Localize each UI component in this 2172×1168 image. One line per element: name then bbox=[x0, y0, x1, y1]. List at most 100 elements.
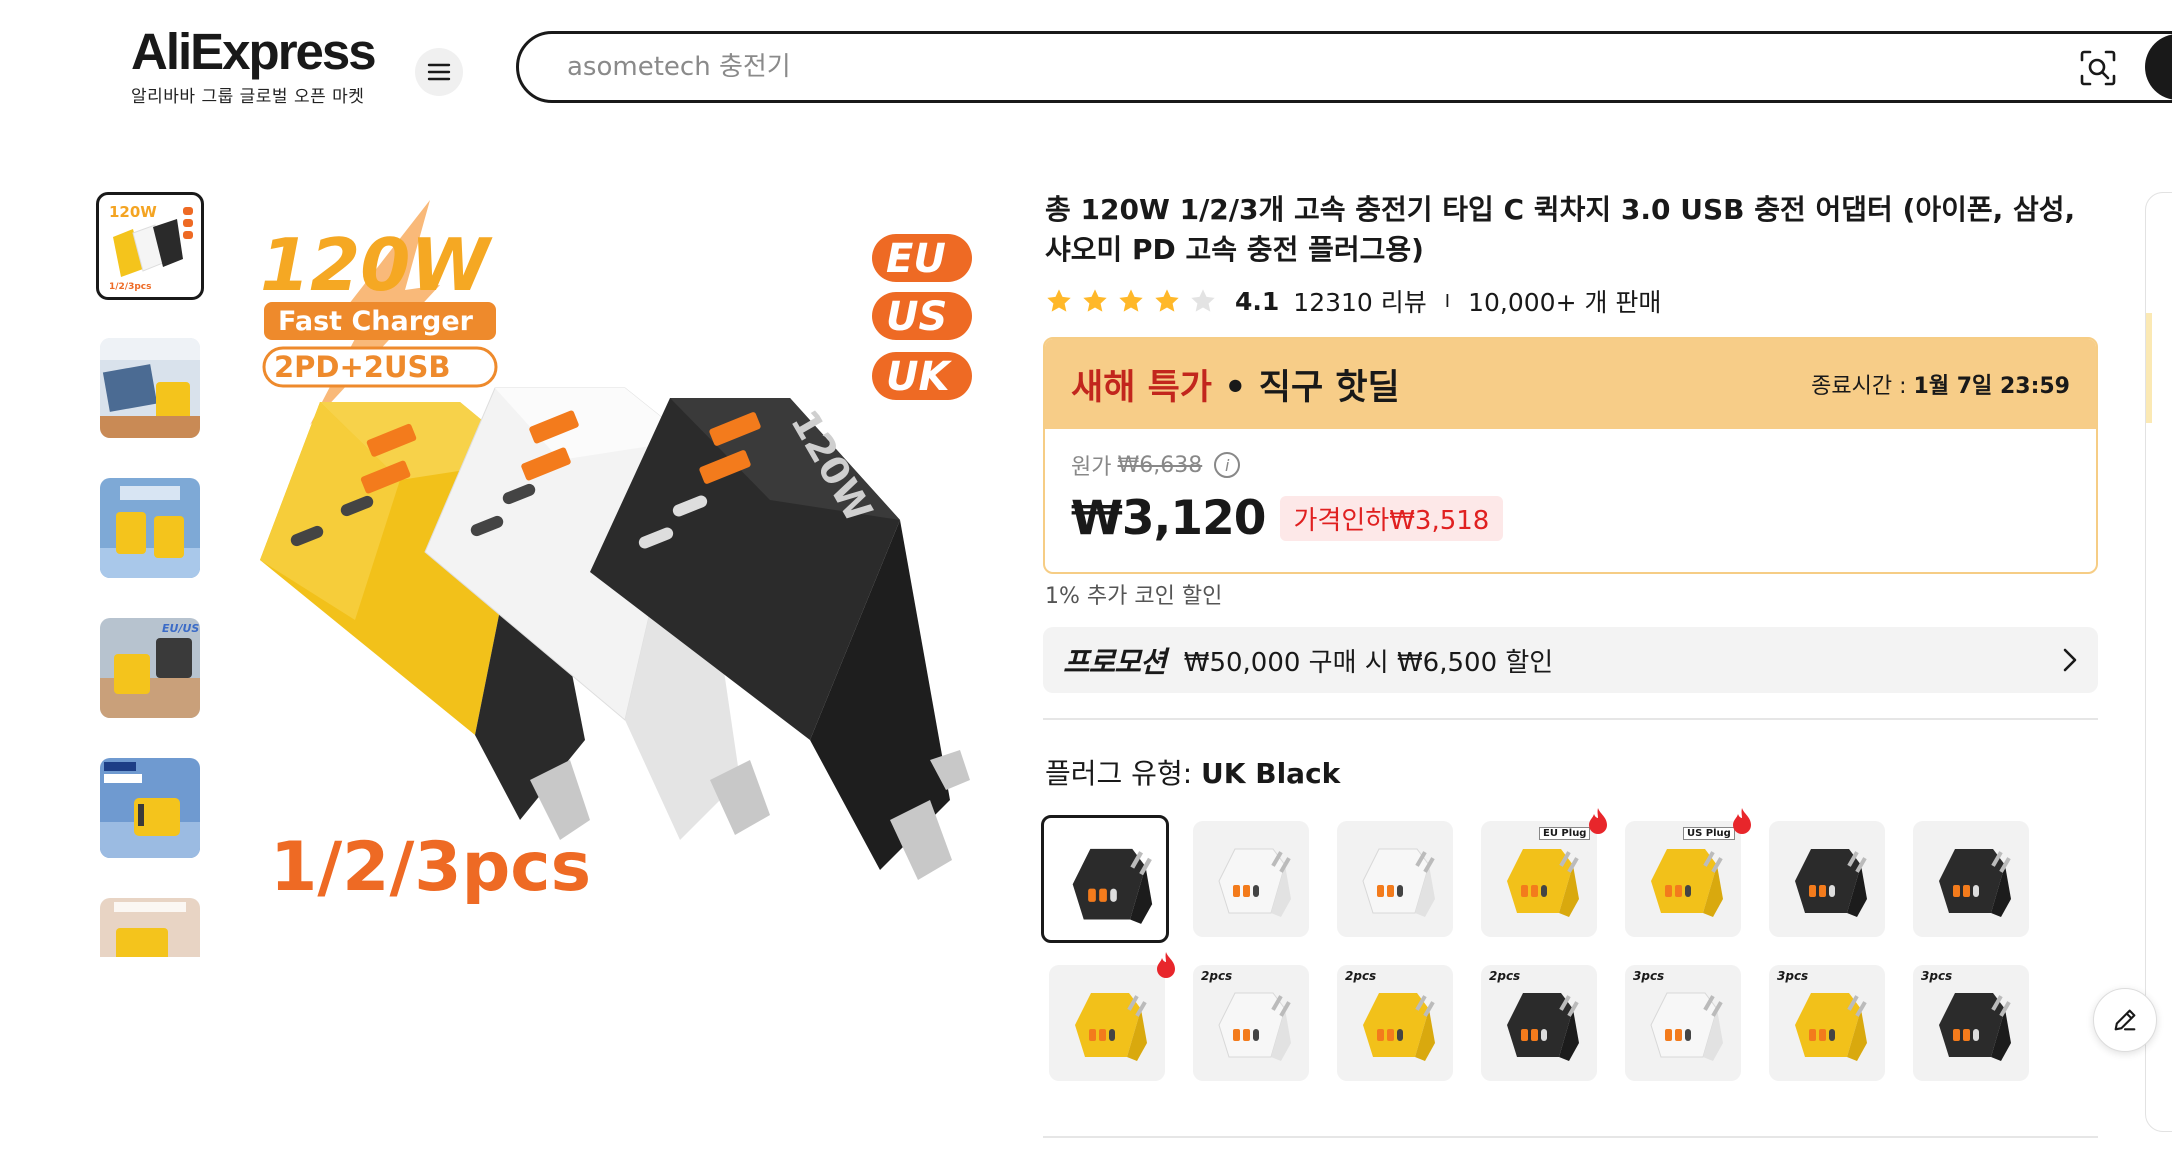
star-icon bbox=[1047, 289, 1071, 312]
aliexpress-logo[interactable]: AliExpress 알리바바 그룹 글로벌 오픈 마켓 bbox=[131, 23, 381, 108]
thumb-5[interactable] bbox=[100, 758, 200, 858]
thumb-2[interactable] bbox=[100, 338, 200, 438]
star-icon bbox=[1155, 289, 1179, 312]
thumb-image bbox=[100, 898, 200, 957]
variant-tag: US Plug bbox=[1683, 827, 1735, 840]
variant-option[interactable]: US Plug bbox=[1625, 821, 1741, 937]
hero-wattage: 120W bbox=[260, 223, 493, 307]
deal-body: 원가 ₩6,638 i ₩3,120 가격인하₩3,518 bbox=[1045, 429, 2096, 566]
thumb-image bbox=[100, 758, 200, 858]
rating-score: 4.1 bbox=[1235, 286, 1280, 316]
side-panel[interactable] bbox=[2145, 192, 2172, 1132]
info-icon[interactable]: i bbox=[1214, 452, 1241, 478]
thumb-image: 120W 1/2/3pcs bbox=[103, 199, 197, 293]
original-price: ₩6,638 bbox=[1117, 452, 1203, 478]
variant-image bbox=[1795, 849, 1867, 917]
thumb-image: EU/US bbox=[100, 618, 200, 718]
hero-fast-charger: Fast Charger bbox=[278, 306, 474, 337]
variant-option[interactable] bbox=[1337, 821, 1453, 937]
deal-end-value: 1월 7일 23:59 bbox=[1913, 374, 2070, 399]
hot-fire-icon bbox=[1157, 952, 1175, 978]
product-main-image[interactable]: 120W Fast Charger 2PD+2USB EU US UK 120W… bbox=[230, 180, 1000, 940]
variant-tag: 3pcs bbox=[1921, 969, 1953, 983]
hamburger-icon bbox=[427, 63, 451, 81]
thumb-6[interactable] bbox=[100, 898, 200, 957]
variant-option[interactable]: 3pcs bbox=[1913, 965, 2029, 1081]
price-row: ₩3,120 가격인하₩3,518 bbox=[1071, 491, 2070, 546]
variant-tag: 3pcs bbox=[1633, 969, 1665, 983]
variant-option[interactable]: 2pcs bbox=[1193, 965, 1309, 1081]
hero-ports: 2PD+2USB bbox=[274, 350, 451, 384]
variant-tag: 2pcs bbox=[1345, 969, 1377, 983]
deal-title-highlight: 새해 특가 bbox=[1071, 367, 1212, 408]
section-divider bbox=[1043, 1136, 2098, 1138]
edit-button[interactable] bbox=[2093, 988, 2157, 1052]
variant-option[interactable] bbox=[1769, 821, 1885, 937]
variant-tag: 2pcs bbox=[1489, 969, 1521, 983]
variant-option[interactable] bbox=[1041, 815, 1169, 943]
sold-count: 10,000+ 개 판매 bbox=[1468, 288, 1662, 317]
rating-separator: I bbox=[1444, 290, 1451, 312]
search-bar[interactable] bbox=[516, 31, 2172, 103]
thumb-image bbox=[100, 338, 200, 438]
review-count[interactable]: 12310 리뷰 bbox=[1293, 283, 1426, 319]
section-divider bbox=[1043, 718, 2098, 720]
deal-end-label: 종료시간 : bbox=[1811, 374, 1907, 399]
logo-tagline: 알리바바 그룹 글로벌 오픈 마켓 bbox=[131, 87, 365, 107]
coin-discount: 1% 추가 코인 할인 bbox=[1045, 584, 1223, 609]
image-search-icon[interactable] bbox=[2078, 48, 2118, 88]
product-page: AliExpress 알리바바 그룹 글로벌 오픈 마켓 120W 1/2/3p… bbox=[0, 0, 2172, 1168]
hot-fire-icon bbox=[1733, 808, 1751, 834]
variant-image bbox=[1218, 848, 1291, 917]
original-price-label: 원가 bbox=[1071, 455, 1112, 480]
deal-title: 새해 특가 • 직구 핫딜 bbox=[1071, 359, 1400, 410]
variant-tag: EU Plug bbox=[1539, 827, 1591, 840]
variant-option[interactable] bbox=[1193, 821, 1309, 937]
variant-option[interactable]: EU Plug bbox=[1481, 821, 1597, 937]
thumb-4[interactable]: EU/US bbox=[100, 618, 200, 718]
svg-text:EU/US: EU/US bbox=[162, 622, 199, 635]
variant-option[interactable]: 3pcs bbox=[1625, 965, 1741, 1081]
promotion-row[interactable]: 프로모션 ₩50,000 구매 시 ₩6,500 할인 bbox=[1043, 627, 2098, 693]
rating-stars bbox=[1045, 287, 1217, 315]
hero-pcs: 1/2/3pcs bbox=[270, 828, 591, 907]
thumbnail-strip[interactable]: 120W 1/2/3pcs EU/US bbox=[96, 192, 206, 957]
variant-grid: EU Plug US Plug 2pcs 2pcs 2pcs 3pcs 3pcs 3pcs bbox=[1041, 808, 2105, 1087]
variant-option[interactable]: 3pcs bbox=[1769, 965, 1885, 1081]
variant-option[interactable]: 2pcs bbox=[1481, 965, 1597, 1081]
variant-image bbox=[1072, 848, 1153, 924]
variant-option[interactable] bbox=[1049, 965, 1165, 1081]
plug-type-value: UK Black bbox=[1201, 757, 1341, 790]
original-price-row: 원가 ₩6,638 i bbox=[1071, 449, 2070, 481]
deal-title-rest: • 직구 핫딜 bbox=[1212, 367, 1400, 408]
deal-end-time: 종료시간 : 1월 7일 23:59 bbox=[1811, 368, 2070, 400]
side-panel-accent bbox=[2146, 313, 2152, 423]
logo-wordmark: AliExpress bbox=[131, 23, 377, 80]
thumb-3[interactable] bbox=[100, 478, 200, 578]
star-icon bbox=[1083, 289, 1107, 312]
star-icon bbox=[1119, 289, 1143, 312]
deal-box: 새해 특가 • 직구 핫딜 종료시간 : 1월 7일 23:59 원가 ₩6,6… bbox=[1043, 337, 2098, 574]
pencil-icon bbox=[2114, 1009, 2136, 1031]
variant-tag: 2pcs bbox=[1201, 969, 1233, 983]
region-us: US bbox=[886, 294, 947, 340]
hero-graphic: 120W Fast Charger 2PD+2USB EU US UK 120W… bbox=[260, 200, 972, 907]
svg-text:120W: 120W bbox=[109, 203, 157, 221]
search-input[interactable] bbox=[567, 52, 2067, 82]
variant-tag: 3pcs bbox=[1777, 969, 1809, 983]
deal-header: 새해 특가 • 직구 핫딜 종료시간 : 1월 7일 23:59 bbox=[1045, 339, 2096, 429]
product-title: 총 120W 1/2/3개 고속 충전기 타입 C 퀵차지 3.0 USB 충전… bbox=[1045, 193, 2076, 266]
menu-button[interactable] bbox=[415, 48, 463, 96]
discount-badge: 가격인하₩3,518 bbox=[1279, 496, 1504, 541]
rating-row[interactable]: 4.1 12310 리뷰 I 10,000+ 개 판매 bbox=[1045, 283, 1661, 319]
variant-image bbox=[1362, 848, 1435, 917]
chevron-right-icon bbox=[2063, 648, 2077, 672]
thumb-1[interactable]: 120W 1/2/3pcs bbox=[96, 192, 204, 300]
plug-type-heading: 플러그 유형: UK Black bbox=[1045, 752, 1340, 792]
star-empty-icon bbox=[1191, 289, 1215, 312]
current-price: ₩3,120 bbox=[1071, 491, 1267, 546]
variant-image bbox=[1075, 993, 1147, 1061]
variant-option[interactable] bbox=[1913, 821, 2029, 937]
plug-type-label: 플러그 유형: bbox=[1045, 757, 1193, 790]
variant-option[interactable]: 2pcs bbox=[1337, 965, 1453, 1081]
